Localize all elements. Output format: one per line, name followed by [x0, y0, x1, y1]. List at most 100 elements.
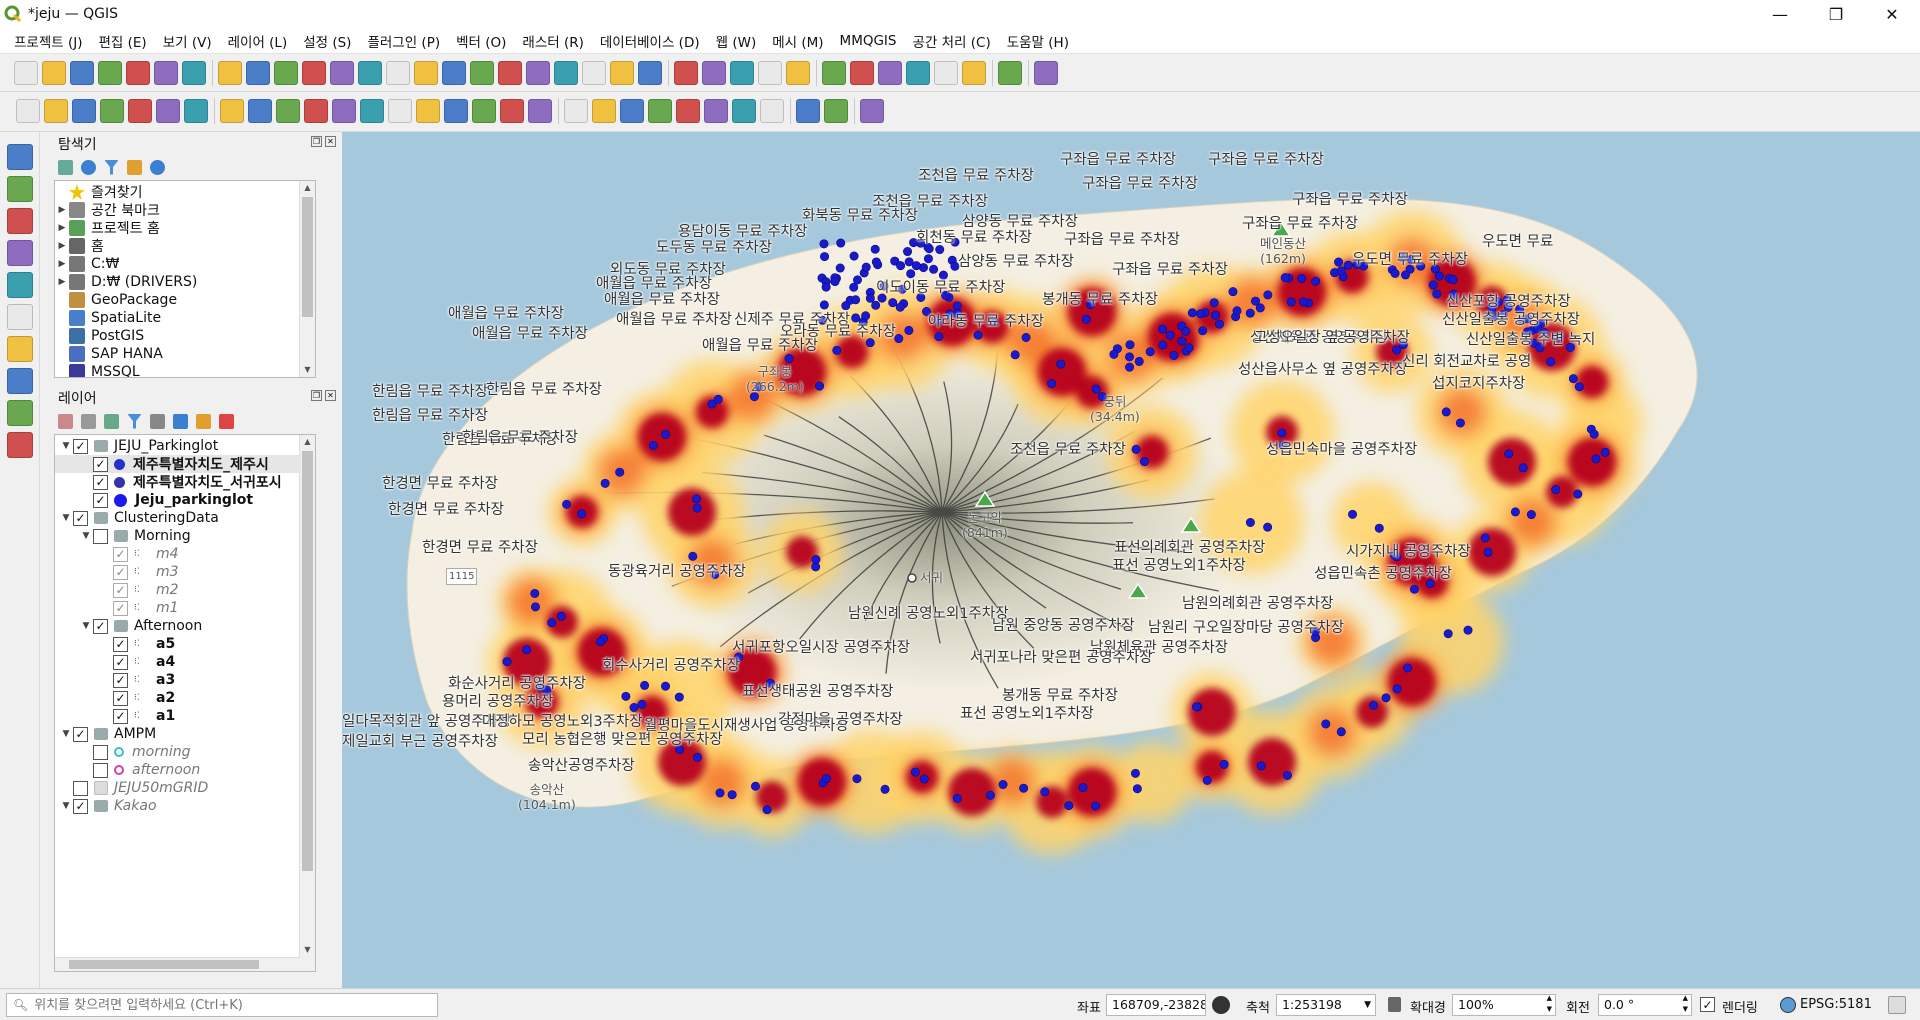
browser-item[interactable]: ▶ 홈: [55, 237, 104, 255]
save-project-icon[interactable]: [70, 61, 94, 85]
layer-visibility-checkbox[interactable]: ✓: [73, 726, 88, 742]
manage-themes-icon[interactable]: [104, 413, 119, 429]
menu-item-4[interactable]: 설정 (S): [295, 31, 359, 51]
globe-icon[interactable]: [1780, 997, 1796, 1013]
layer-visibility-checkbox[interactable]: ✓: [73, 438, 88, 454]
locator-bar[interactable]: 🔍︎: [6, 993, 438, 1017]
zoom-out-icon[interactable]: [302, 61, 326, 85]
add-raster-icon[interactable]: [44, 99, 68, 123]
new-map-view-icon[interactable]: [498, 61, 522, 85]
layer-visibility-checkbox[interactable]: ✓: [113, 564, 128, 580]
collapse-all-icon[interactable]: [127, 159, 142, 175]
add-postgis-icon[interactable]: [7, 304, 33, 330]
filter-icon[interactable]: [104, 159, 119, 175]
add-selected-icon[interactable]: [58, 159, 73, 175]
move-label-icon[interactable]: [676, 99, 700, 123]
node-tool-icon[interactable]: [360, 99, 384, 123]
layer-visibility-checkbox[interactable]: ✓: [73, 798, 88, 814]
label-tool-icon[interactable]: [564, 99, 588, 123]
collapse-arrow-icon[interactable]: ▼: [59, 513, 73, 523]
select-dropdown-icon[interactable]: [702, 61, 726, 85]
zoom-in-icon[interactable]: [274, 61, 298, 85]
add-delimited-icon[interactable]: [7, 272, 33, 298]
rotate-label-icon[interactable]: [704, 99, 728, 123]
layer-item[interactable]: ▼ ✓ ClusteringData: [55, 509, 219, 527]
menu-item-1[interactable]: 편집 (E): [91, 31, 155, 51]
collapse-all-icon[interactable]: [196, 413, 211, 429]
zoom-to-layer-icon[interactable]: [386, 61, 410, 85]
new-print-layout-icon[interactable]: [126, 61, 150, 85]
browser-item[interactable]: MSSQL: [55, 363, 140, 377]
layer-item[interactable]: JEJU50mGRID: [55, 779, 208, 797]
undo-icon[interactable]: [500, 99, 524, 123]
toolbox-icon[interactable]: [878, 61, 902, 85]
expand-arrow-icon[interactable]: ▶: [55, 259, 69, 269]
layer-visibility-checkbox[interactable]: ✓: [93, 492, 108, 508]
layer-item[interactable]: ✓ ⁝⁚ m4: [55, 545, 179, 563]
browser-item[interactable]: SpatiaLite: [55, 309, 161, 327]
label-pin-icon[interactable]: [592, 99, 616, 123]
menu-item-8[interactable]: 데이터베이스 (D): [592, 31, 708, 51]
map-tips-icon[interactable]: [998, 61, 1022, 85]
collapse-arrow-icon[interactable]: ▼: [59, 801, 73, 811]
collapse-arrow-icon[interactable]: ▼: [79, 621, 93, 631]
layer-visibility-checkbox[interactable]: ✓: [113, 708, 128, 724]
open-attribute-table-icon[interactable]: [850, 61, 874, 85]
browser-item[interactable]: GeoPackage: [55, 291, 177, 309]
map-canvas[interactable]: 조천읍 무료 주차장 구좌읍 무료 주차장 구좌읍 무료 주차장 구좌읍 무료 주차장…: [342, 132, 1920, 988]
plugin-icon-icon[interactable]: [796, 99, 820, 123]
add-virtual-icon[interactable]: [72, 99, 96, 123]
browser-item[interactable]: ▶ 프로젝트 홈: [55, 219, 160, 237]
collapse-arrow-icon[interactable]: ▼: [59, 729, 73, 739]
deselect-dropdown-icon[interactable]: [758, 61, 782, 85]
data-source-manager-icon[interactable]: [7, 176, 33, 202]
layer-visibility-checkbox[interactable]: ✓: [113, 690, 128, 706]
menu-item-3[interactable]: 레이어 (L): [220, 31, 296, 51]
layer-item[interactable]: ✓ 제주특별자치도_서귀포시: [55, 473, 282, 491]
expand-arrow-icon[interactable]: ▶: [55, 205, 69, 215]
layer-item[interactable]: ✓ ⁝⁚ m3: [55, 563, 179, 581]
crs-label[interactable]: EPSG:5181: [1800, 997, 1872, 1012]
add-wfs-icon[interactable]: [156, 99, 180, 123]
layer-item[interactable]: ▼ ✓ Afternoon: [55, 617, 203, 635]
close-panel-icon[interactable]: ✕: [325, 390, 336, 401]
browser-item[interactable]: ▶ D:₩ (DRIVERS): [55, 273, 197, 291]
zoom-full-icon[interactable]: [330, 61, 354, 85]
layer-visibility-checkbox[interactable]: [73, 780, 88, 796]
layer-visibility-checkbox[interactable]: ✓: [113, 582, 128, 598]
field-calculator-icon[interactable]: [934, 61, 958, 85]
layer-item[interactable]: ✓ ⁝⁚ a2: [55, 689, 175, 707]
layer-item[interactable]: ✓ ⁝⁚ m1: [55, 599, 179, 617]
new-project-icon[interactable]: [14, 61, 38, 85]
restore-button[interactable]: ❐: [1808, 0, 1864, 28]
layer-visibility-checkbox[interactable]: ✓: [93, 456, 108, 472]
browser-item[interactable]: PostGIS: [55, 327, 144, 345]
deselect-icon[interactable]: [730, 61, 754, 85]
expand-arrow-icon[interactable]: ▶: [55, 241, 69, 251]
menu-item-10[interactable]: 메시 (M): [764, 31, 831, 51]
remove-layer-icon[interactable]: [219, 413, 234, 429]
save-as-icon[interactable]: [98, 61, 122, 85]
save-edits-icon[interactable]: [276, 99, 300, 123]
new-gpkg-icon[interactable]: [7, 240, 33, 266]
layer-visibility-checkbox[interactable]: ✓: [93, 618, 108, 634]
layer-visibility-checkbox[interactable]: ✓: [113, 654, 128, 670]
browser-item[interactable]: 즐겨찾기: [55, 183, 143, 201]
add-point-icon[interactable]: [304, 99, 328, 123]
paste-icon[interactable]: [472, 99, 496, 123]
add-delimited-icon[interactable]: [100, 99, 124, 123]
layer-item[interactable]: ✓ ⁝⁚ a3: [55, 671, 175, 689]
new-bookmark-icon[interactable]: [554, 61, 578, 85]
info-icon[interactable]: [150, 159, 165, 175]
layer-visibility-checkbox[interactable]: ✓: [113, 546, 128, 562]
style-manager-icon[interactable]: [58, 413, 73, 429]
show-bookmarks-icon[interactable]: [582, 61, 606, 85]
select-location-icon[interactable]: [786, 61, 810, 85]
highlight-labels-icon[interactable]: [648, 99, 672, 123]
layer-item[interactable]: ✓ Jeju_parkinglot: [55, 491, 253, 509]
add-wms-icon[interactable]: [128, 99, 152, 123]
layer-item[interactable]: ✓ ⁝⁚ a4: [55, 653, 175, 671]
zoom-to-selection-icon[interactable]: [358, 61, 382, 85]
browser-item[interactable]: ▶ C:₩: [55, 255, 119, 273]
redo-icon[interactable]: [528, 99, 552, 123]
